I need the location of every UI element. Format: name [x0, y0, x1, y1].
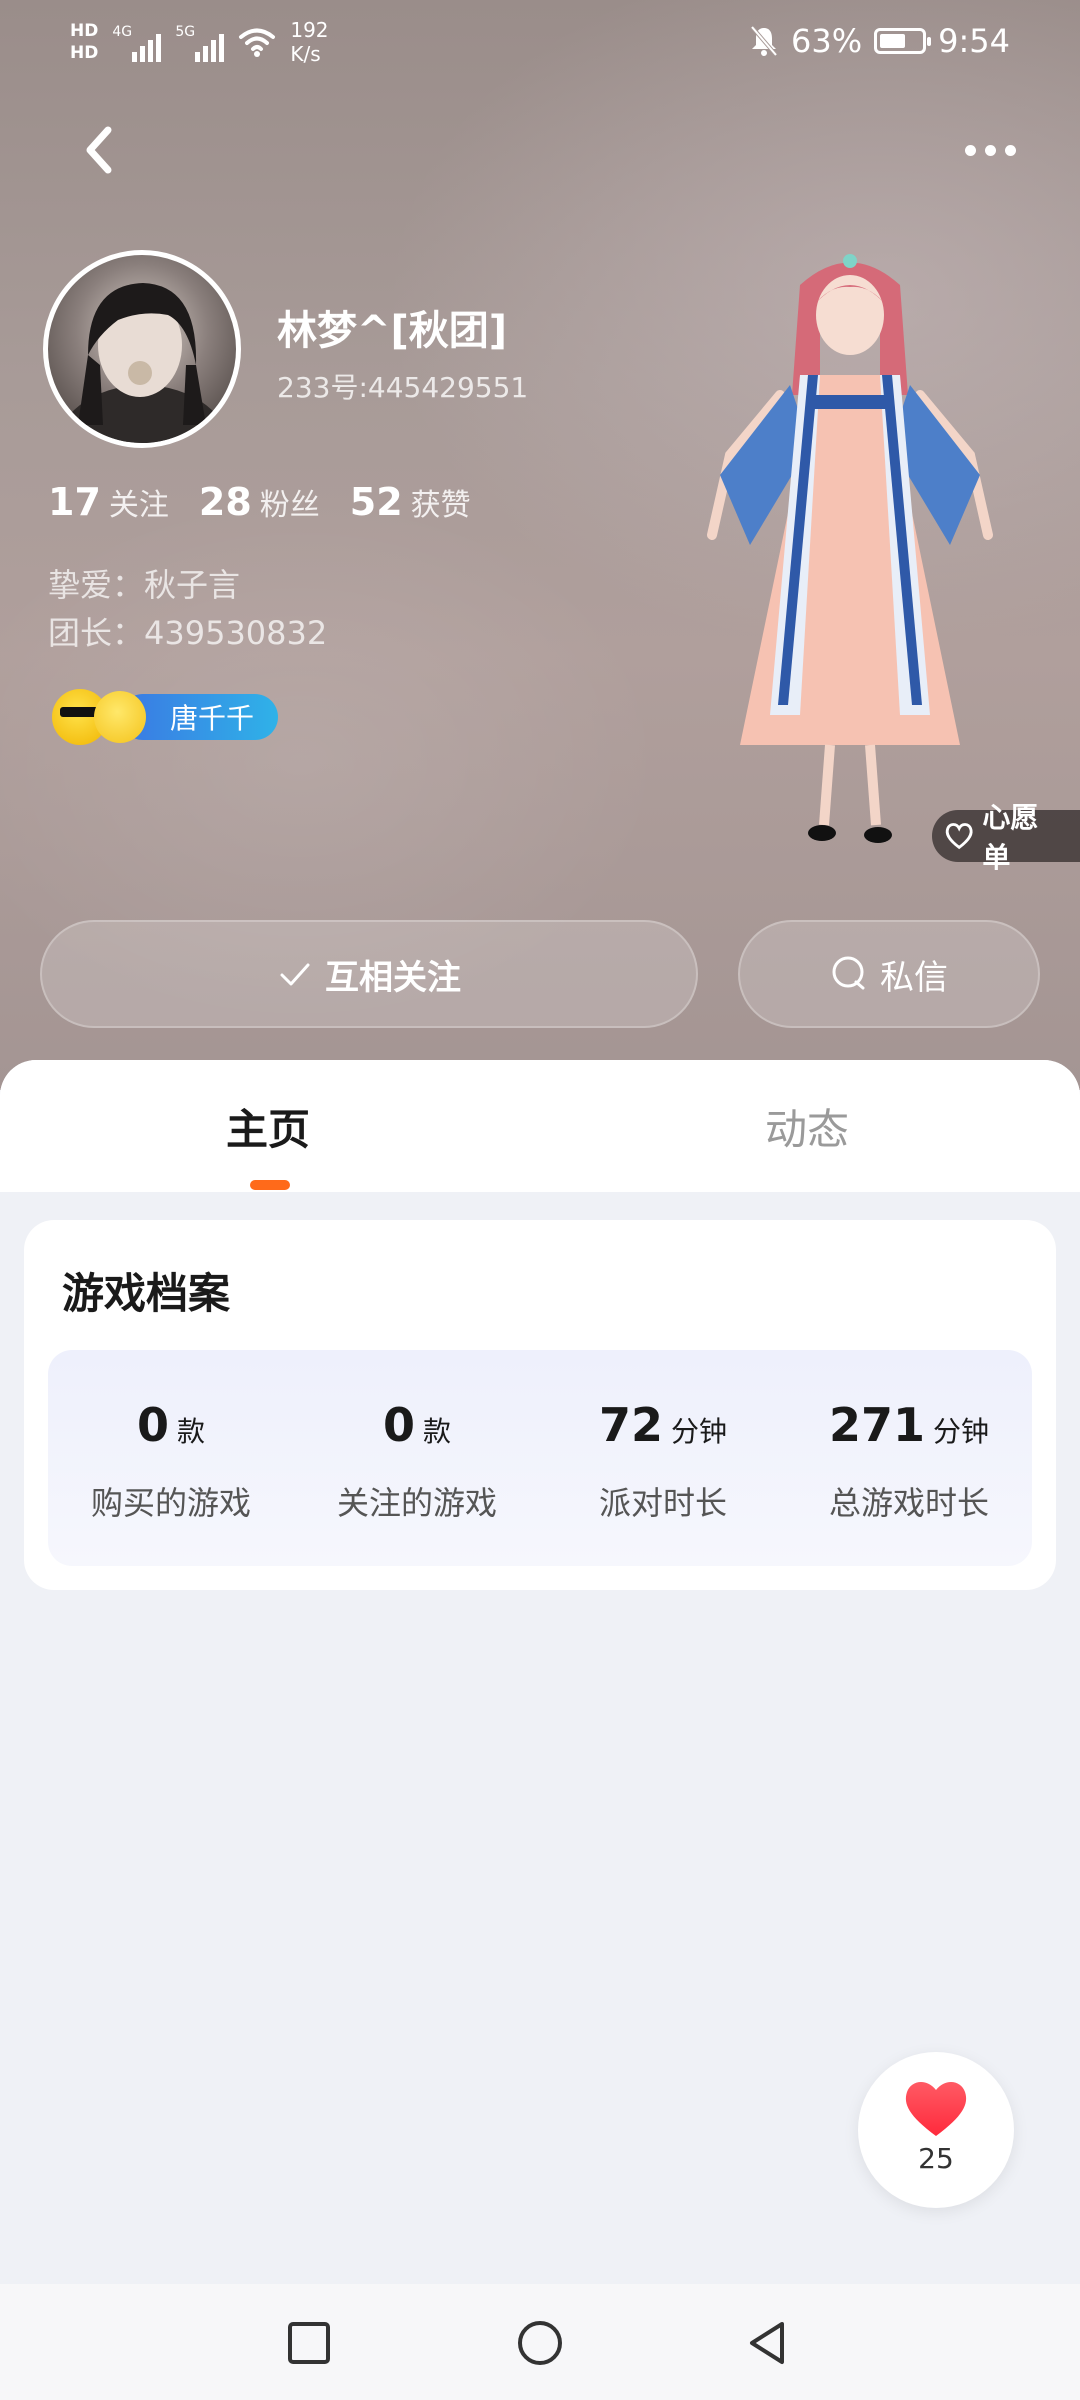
- mute-bell-icon: [750, 25, 778, 57]
- star-eyes-emoji-icon: [94, 691, 146, 743]
- network-type-1: 4G: [112, 24, 133, 40]
- party-time-label: 派对时长: [598, 1484, 727, 1522]
- network-type-2: 5G: [175, 24, 196, 40]
- wishlist-label: 心愿单: [982, 801, 1039, 874]
- profile-stats: 17 关注 28 粉丝 52 获赞: [48, 480, 471, 524]
- heart-icon: [905, 2081, 967, 2136]
- purchased-games-label: 购买的游戏: [90, 1484, 251, 1522]
- bio-line-2: 团长：439530832: [48, 614, 328, 652]
- signal-icon-2: 5G: [175, 22, 225, 62]
- party-time-value: 72: [598, 1398, 663, 1452]
- tab-feed[interactable]: 动态: [765, 1096, 849, 1157]
- message-label: 私信: [880, 957, 948, 998]
- wishlist-button[interactable]: 心愿单: [932, 801, 1080, 874]
- hd-label-2: HD: [70, 43, 99, 63]
- chat-bubble-icon: [832, 956, 865, 990]
- recent-apps-icon[interactable]: [284, 2318, 334, 2368]
- followed-games-label: 关注的游戏: [336, 1484, 497, 1522]
- total-game-time-label: 总游戏时长: [828, 1484, 989, 1522]
- speed-value: 192: [290, 18, 329, 42]
- game-profile-title: 游戏档案: [62, 1269, 231, 1318]
- like-count: 25: [918, 2142, 954, 2175]
- stat-purchased-games[interactable]: 0款 购买的游戏: [48, 1350, 294, 1566]
- hd-indicator: HD HD: [70, 22, 98, 62]
- back-icon[interactable]: [70, 120, 130, 180]
- home-icon[interactable]: [515, 2318, 565, 2368]
- stat-likes[interactable]: 52 获赞: [350, 480, 471, 524]
- total-game-time-unit: 分钟: [933, 1415, 990, 1448]
- followed-games-count: 0: [382, 1398, 415, 1452]
- profile-header: HD HD 4G 5G 192 K/s 63% 9:54 林梦^[秋团] 233…: [0, 0, 1080, 1090]
- speed-unit: K/s: [290, 42, 321, 66]
- system-navigation-bar: [0, 2284, 1080, 2400]
- tab-bar: 主页 动态: [0, 1060, 1080, 1192]
- purchased-games-unit: 款: [177, 1415, 206, 1448]
- game-profile-card: 游戏档案 0款 购买的游戏 0款 关注的游戏 72 分钟 派对时长 271 分钟 总…: [24, 1220, 1056, 1590]
- stat-following-label: 关注: [108, 488, 169, 523]
- heart-outline-icon: [945, 823, 973, 850]
- purchased-games-count: 0: [136, 1398, 169, 1452]
- bio-line-1: 挚爱：秋子言: [48, 566, 241, 604]
- check-icon: [280, 963, 310, 986]
- status-bar: HD HD 4G 5G 192 K/s 63% 9:54: [0, 0, 1080, 90]
- network-speed: 192 K/s: [290, 18, 328, 66]
- game-stats: 0款 购买的游戏 0款 关注的游戏 72 分钟 派对时长 271 分钟 总游戏时长: [48, 1350, 1032, 1566]
- mutual-follow-label: 互相关注: [325, 957, 461, 998]
- nickname: 林梦^[秋团]: [277, 308, 508, 354]
- stat-total-game-time[interactable]: 271 分钟 总游戏时长: [786, 1350, 1032, 1566]
- mutual-follow-button[interactable]: 互相关注: [40, 920, 698, 1028]
- signal-icon: 4G: [112, 22, 162, 62]
- hd-label-1: HD: [70, 21, 99, 41]
- stat-followers-label: 粉丝: [259, 488, 320, 523]
- clock: 9:54: [938, 22, 1010, 60]
- message-button[interactable]: 私信: [738, 920, 1040, 1028]
- battery-icon: [874, 28, 932, 54]
- battery-percent: 63%: [791, 22, 863, 60]
- avatar[interactable]: [43, 250, 241, 448]
- relationship-badge[interactable]: 唐千千: [52, 689, 279, 745]
- more-options-button[interactable]: [950, 130, 1030, 170]
- stat-following-count: 17: [48, 480, 101, 524]
- wifi-icon: [239, 28, 276, 57]
- stat-party-time[interactable]: 72 分钟 派对时长: [540, 1350, 786, 1566]
- stat-followers-count: 28: [198, 480, 252, 524]
- stat-following[interactable]: 17 关注: [48, 480, 169, 524]
- party-time-unit: 分钟: [671, 1415, 728, 1448]
- stat-followed-games[interactable]: 0款 关注的游戏: [294, 1350, 540, 1566]
- active-tab-indicator: [250, 1180, 290, 1190]
- stat-followers[interactable]: 28 粉丝: [199, 480, 320, 524]
- user-id[interactable]: 233号:445429551: [277, 366, 528, 406]
- followed-games-unit: 款: [423, 1415, 452, 1448]
- stat-likes-label: 获赞: [410, 488, 471, 523]
- tab-home[interactable]: 主页: [226, 1096, 310, 1157]
- total-game-time-value: 271: [828, 1398, 925, 1452]
- stat-likes-count: 52: [349, 480, 403, 524]
- back-nav-icon[interactable]: [742, 2318, 792, 2368]
- like-button[interactable]: 25: [858, 2052, 1014, 2208]
- avatar-character-figure[interactable]: [690, 245, 1010, 865]
